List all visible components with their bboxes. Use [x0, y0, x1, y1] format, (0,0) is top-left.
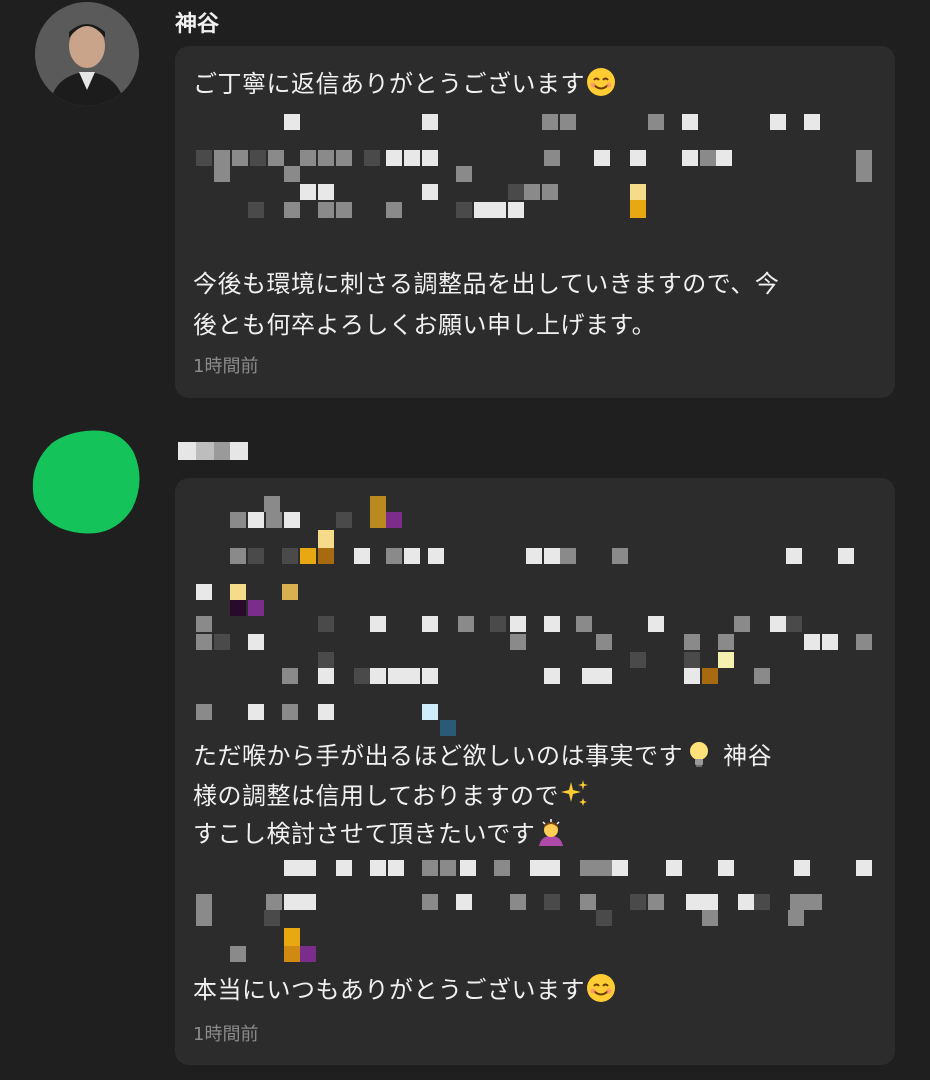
pixelated-redacted-text — [196, 860, 872, 962]
user-avatar-kamiya[interactable] — [35, 2, 139, 106]
pixelated-redacted-text — [196, 496, 872, 736]
message-text-line: ご丁寧に返信ありがとうございます — [193, 64, 617, 99]
message-text-line: 様の調整は信用しておりますので — [193, 776, 591, 811]
message-text: すこし検討させて頂きたいです — [193, 820, 536, 848]
lightbulb-emoji-icon — [683, 738, 715, 770]
message-text: ただ喉から手が出るほど欲しいのは事実です — [193, 742, 683, 770]
message-text: 後とも何卒よろしくお願い申し上げます。 — [193, 311, 657, 339]
avatar-photo — [35, 2, 139, 106]
sparkles-emoji-icon — [559, 778, 591, 810]
message-text: 本当にいつもありがとうございます — [193, 976, 585, 1004]
smile-emoji-icon — [585, 66, 617, 98]
redacted-author-name — [178, 442, 248, 460]
message-text-line: ただ喉から手が出るほど欲しいのは事実です 神谷 — [193, 736, 772, 771]
user-avatar-redacted[interactable] — [30, 427, 144, 537]
message-text: 様の調整は信用しておりますので — [193, 782, 560, 810]
author-name[interactable]: 神谷 — [175, 6, 219, 38]
pixelated-redacted-text — [196, 114, 872, 218]
timestamp: 1時間前 — [193, 1024, 259, 1045]
green-redaction-blob — [32, 430, 140, 534]
message-text: 神谷 — [723, 742, 773, 770]
timestamp: 1時間前 — [193, 356, 259, 377]
message-text-line: すこし検討させて頂きたいです — [193, 814, 567, 849]
smile-emoji-icon — [585, 972, 617, 1004]
message-text-line: 本当にいつもありがとうございます — [193, 970, 617, 1005]
message-text: ご丁寧に返信ありがとうございます — [193, 70, 585, 98]
message-text: 今後も環境に刺さる調整品を出していきますので、今 — [193, 270, 780, 298]
bowing-person-emoji-icon — [535, 816, 567, 848]
